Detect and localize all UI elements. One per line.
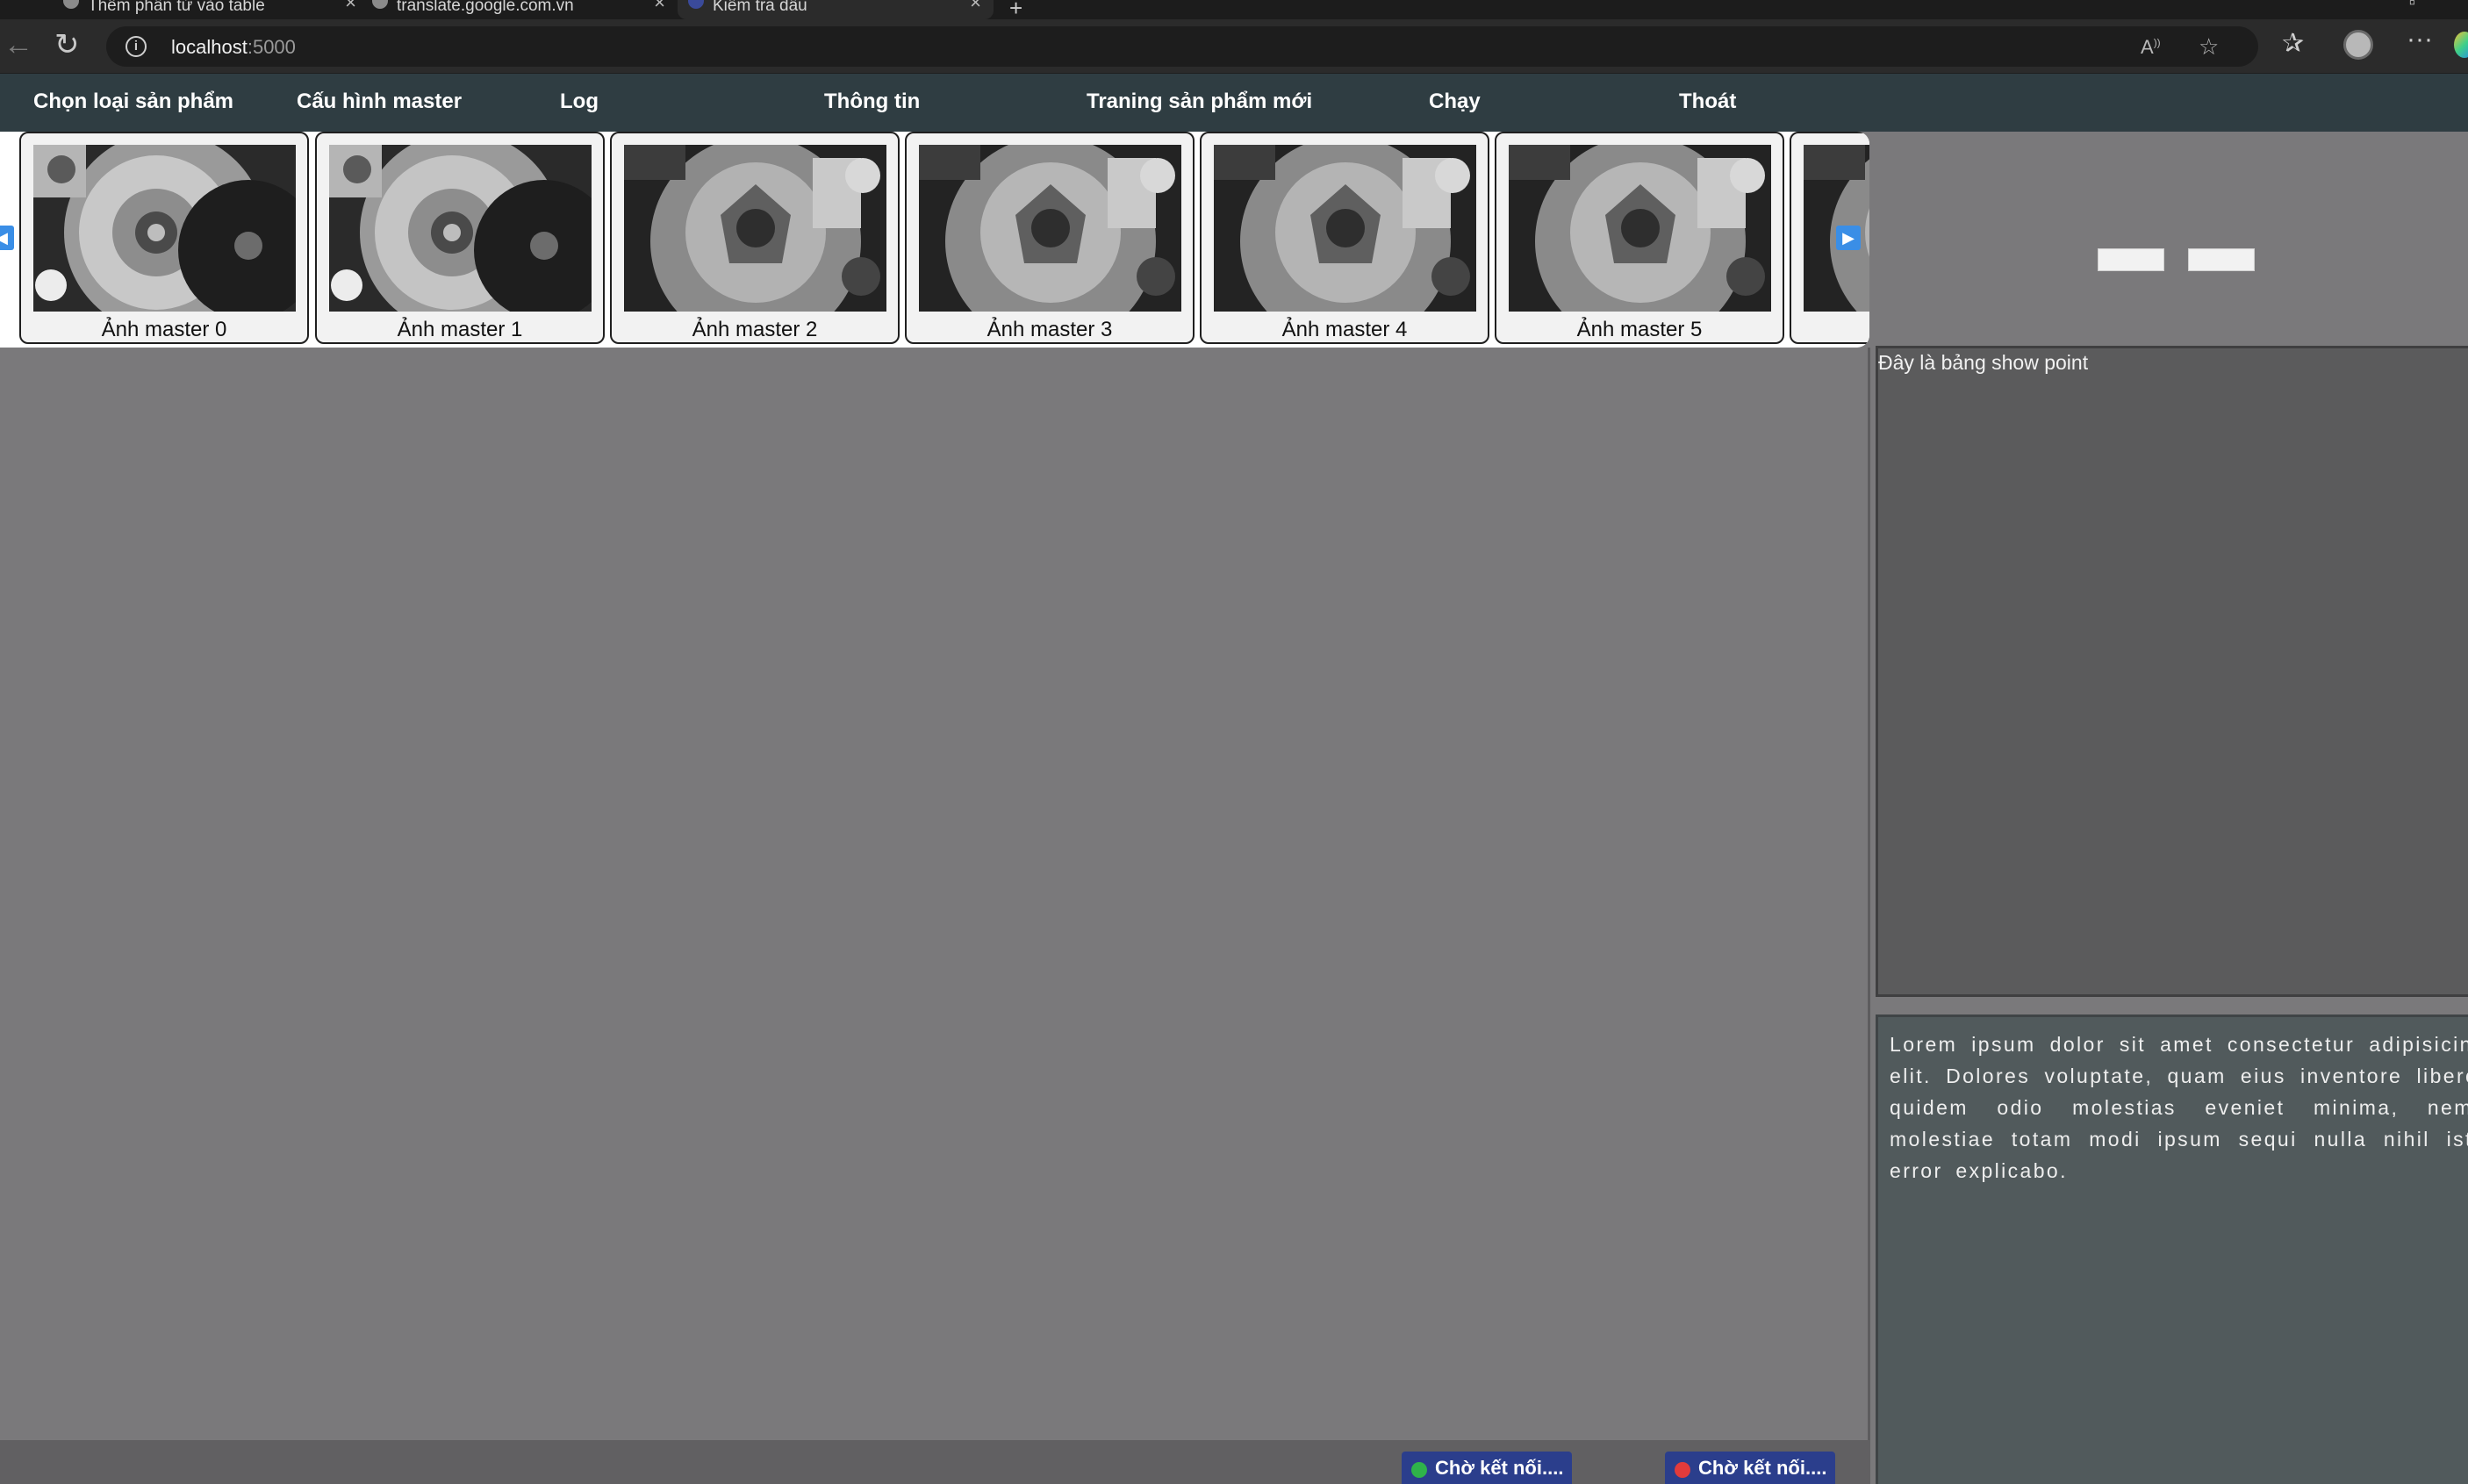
menu-item-info[interactable]: Thông tin xyxy=(824,90,920,114)
divider xyxy=(1868,348,1870,1440)
thumbnail-caption: Ảnh master 5 xyxy=(1576,318,1703,341)
master-image xyxy=(329,145,592,312)
read-aloud-icon[interactable]: A)) xyxy=(2141,36,2161,59)
tab-close-icon[interactable]: × xyxy=(970,0,981,12)
main-canvas xyxy=(0,348,1868,1437)
favorites-icon[interactable]: ✰ xyxy=(2282,28,2304,59)
address-bar[interactable]: i localhost:5000 A)) ☆ xyxy=(106,26,2258,67)
right-toolbar-area xyxy=(1870,132,2468,344)
tab-title: Thêm phần tử vào table xyxy=(88,0,265,15)
thumbnail-caption: Ảnh master 1 xyxy=(397,318,523,341)
control-button[interactable] xyxy=(2188,248,2255,271)
menu-item-training[interactable]: Traning sản phẩm mới xyxy=(1087,90,1312,114)
menu-item-select-product[interactable]: Chọn loại sản phẩm xyxy=(33,90,233,114)
thumbnail-caption: Ảnh master 4 xyxy=(1281,318,1408,341)
browser-tab-bar: Thêm phần tử vào table × translate.googl… xyxy=(0,0,2468,21)
menu-item-log[interactable]: Log xyxy=(560,90,599,114)
menu-item-exit[interactable]: Thoát xyxy=(1679,90,1736,114)
control-button[interactable] xyxy=(2098,248,2164,271)
thumbnail-caption: Ảnh master 2 xyxy=(692,318,818,341)
scroll-right-icon[interactable]: ▶ xyxy=(1836,226,1861,250)
menu-item-master-config[interactable]: Cấu hình master xyxy=(297,90,462,114)
master-thumbnail[interactable]: Ảnh master 3 xyxy=(905,132,1195,344)
master-thumbnail[interactable]: Ảnh master 5 xyxy=(1495,132,1784,344)
browser-tab[interactable]: Thêm phần tử vào table × xyxy=(53,0,369,19)
browser-tab-active[interactable]: Kiểm tra dầu × xyxy=(678,0,994,19)
status-dot-red xyxy=(1675,1462,1690,1478)
connection-status-badge: Chờ kết nối.... xyxy=(1665,1452,1836,1484)
window-restore-icon[interactable]: ▫ xyxy=(2409,0,2415,13)
more-menu-icon[interactable]: ··· xyxy=(2407,25,2433,54)
master-image xyxy=(1509,145,1771,312)
thumbnail-scroller[interactable]: Ảnh master 0 Ảnh master 1 Ảnh master 2 Ả… xyxy=(0,132,1869,348)
tab-title: translate.google.com.vn xyxy=(397,0,574,15)
master-thumbnail[interactable]: Ảnh master 0 xyxy=(19,132,309,344)
master-thumbnail[interactable]: Ảnh master 4 xyxy=(1200,132,1489,344)
master-image xyxy=(919,145,1181,312)
scroll-left-icon[interactable]: ◀ xyxy=(0,226,14,250)
reload-icon[interactable]: ↻ xyxy=(54,30,80,60)
tab-close-icon[interactable]: × xyxy=(654,0,665,12)
profile-avatar[interactable] xyxy=(2343,30,2373,60)
point-panel xyxy=(1876,346,2468,997)
master-image xyxy=(1214,145,1476,312)
tab-title: Kiểm tra dầu xyxy=(713,0,807,15)
master-thumbnail[interactable]: Ảnh master 1 xyxy=(315,132,605,344)
tab-close-icon[interactable]: × xyxy=(345,0,356,12)
thumbnail-caption: Ảnh master 3 xyxy=(986,318,1113,341)
status-label: Chờ kết nối.... xyxy=(1698,1457,1827,1479)
connection-status-badge: Chờ kết nối.... xyxy=(1402,1452,1573,1484)
point-panel-title: Đây là bảng show point xyxy=(1878,351,2089,374)
back-icon[interactable]: ← xyxy=(4,30,33,60)
favorite-star-icon[interactable]: ☆ xyxy=(2199,33,2219,61)
main-menu: Chọn loại sản phẩm Cấu hình master Log T… xyxy=(0,74,2468,132)
master-image-strip: Ảnh master 0 Ảnh master 1 Ảnh master 2 Ả… xyxy=(0,132,1869,348)
status-dot-green xyxy=(1411,1462,1427,1478)
site-info-icon[interactable]: i xyxy=(126,36,147,57)
tab-favicon-icon xyxy=(688,0,704,9)
master-image xyxy=(624,145,886,312)
tab-favicon-icon xyxy=(372,0,388,9)
thumbnail-caption: Ảnh master 0 xyxy=(101,318,227,341)
status-bar xyxy=(0,1440,1870,1484)
url-text[interactable]: localhost:5000 xyxy=(171,36,296,59)
info-text: Lorem ipsum dolor sit amet consectetur a… xyxy=(1890,1033,2468,1182)
menu-item-run[interactable]: Chạy xyxy=(1429,90,1481,114)
master-thumbnail[interactable]: Ảnh master 2 xyxy=(610,132,900,344)
status-label: Chờ kết nối.... xyxy=(1435,1457,1564,1479)
master-image xyxy=(33,145,296,312)
tab-favicon-icon xyxy=(63,0,79,9)
browser-toolbar: ← ↻ i localhost:5000 A)) ☆ ✰ ··· xyxy=(0,19,2468,74)
browser-tab[interactable]: translate.google.com.vn × xyxy=(362,0,678,19)
